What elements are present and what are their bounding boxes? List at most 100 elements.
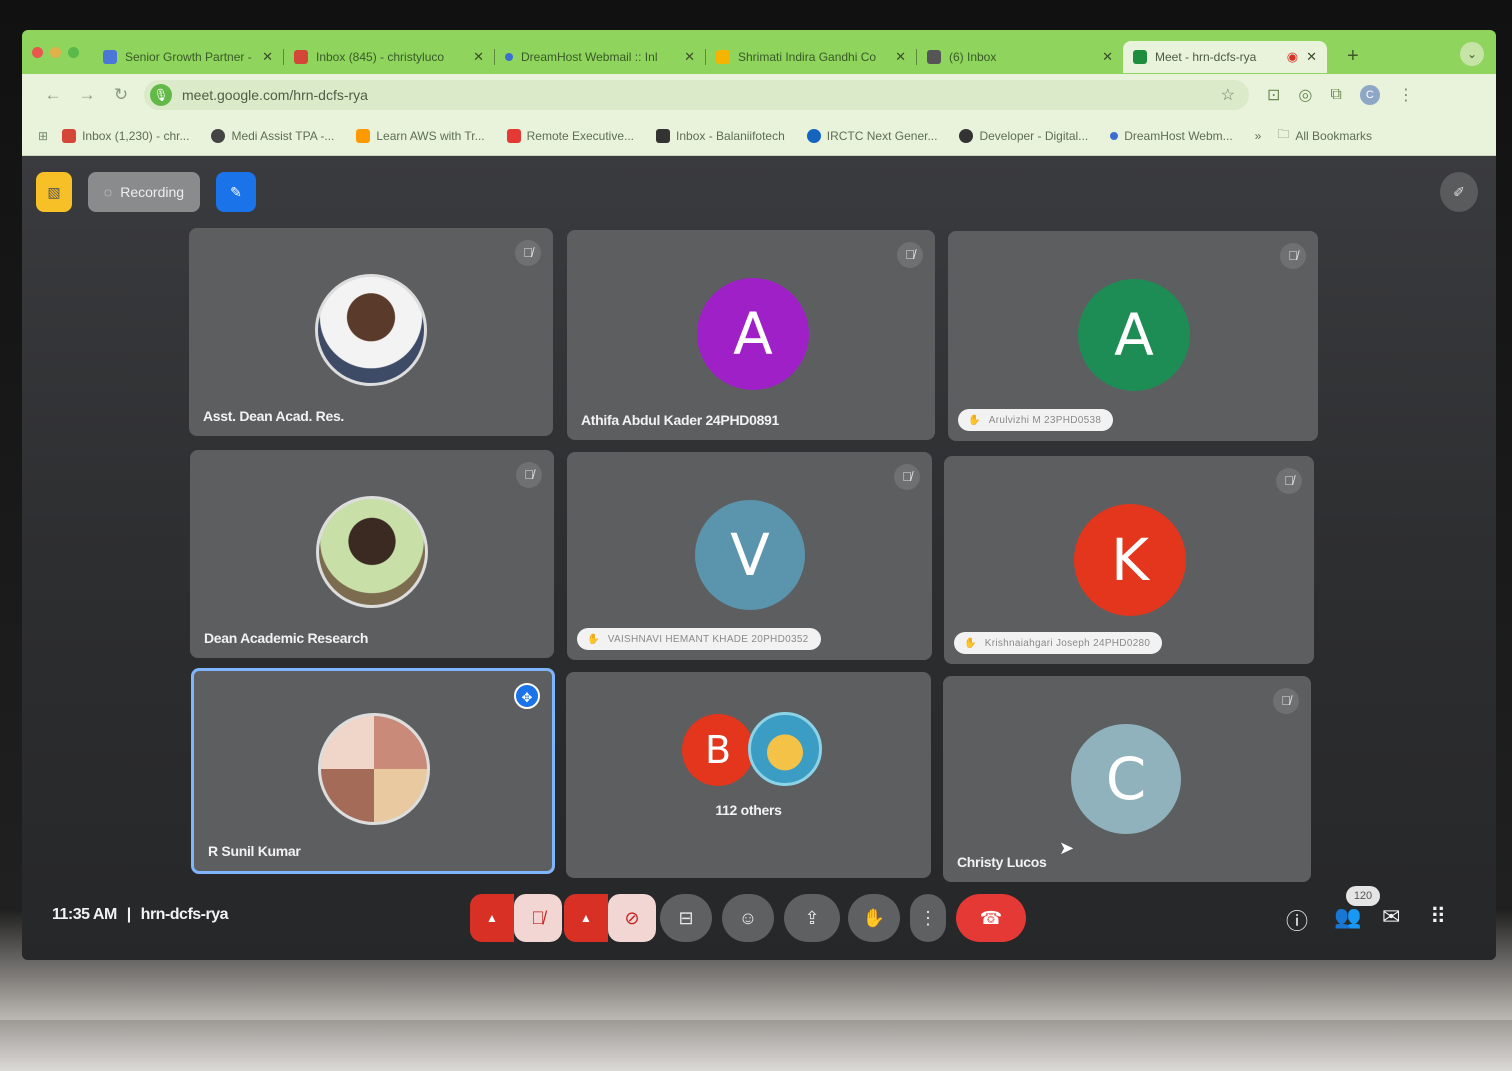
minimize-window-dot[interactable] [50, 46, 61, 58]
google-meet-icon [1133, 50, 1147, 64]
raised-hand-name-pill: ✋ Krishnaiahgari Joseph 24PHD0280 [954, 632, 1163, 654]
close-tab-icon[interactable]: ✕ [262, 49, 273, 65]
bookmark-label: Inbox (1,230) - chr... [82, 128, 190, 143]
edit-layout-button[interactable]: ✐ [1440, 172, 1478, 212]
bookmark[interactable]: Inbox (1,230) - chr... [62, 128, 190, 143]
more-bookmarks-icon[interactable]: » [1255, 129, 1262, 143]
close-tab-icon[interactable]: ✕ [473, 49, 484, 65]
reload-icon[interactable]: ↻ [104, 85, 138, 105]
participant-name: Athifa Abdul Kader 24PHD0891 [581, 412, 780, 428]
activities-grid-icon[interactable]: ⠿ [1430, 904, 1446, 930]
bookmark-label: Inbox - Balaniifotech [676, 128, 785, 143]
present-screen-button[interactable]: ⇪ [784, 894, 840, 942]
forward-icon[interactable]: → [70, 85, 104, 105]
extension-icon[interactable]: ⊡ [1267, 85, 1280, 105]
participant-tile[interactable]: V 🎙̸ ✋ VAISHNAVI HEMANT KHADE 20PHD0352 [567, 452, 932, 660]
gmail-icon [294, 50, 308, 64]
omnibox[interactable]: 🎙 meet.google.com/hrn-dcfs-rya ☆ [144, 80, 1249, 110]
tab-search-icon[interactable]: ⌄ [1460, 42, 1484, 66]
participant-tile[interactable]: C 🎙̸ Christy Lucos ➤ [943, 676, 1311, 882]
captions-button[interactable]: ⊟ [660, 894, 712, 942]
microphone-control: ▲ 🎙̸ [470, 894, 562, 942]
participant-tile[interactable]: A 🎙̸ ✋ Arulvizhi M 23PHD0538 [948, 231, 1318, 441]
presentation-off-button[interactable]: ▧ [36, 172, 72, 212]
recording-button[interactable]: ◌ Recording [88, 172, 200, 212]
notes-button[interactable]: ✎ [216, 172, 256, 212]
raised-hand-name-pill: ✋ Arulvizhi M 23PHD0538 [958, 409, 1114, 431]
maximize-window-dot[interactable] [68, 46, 79, 58]
grammarly-icon[interactable]: ◎ [1298, 85, 1312, 105]
all-bookmarks[interactable]: 🗀 All Bookmarks [1277, 125, 1372, 146]
bookmark[interactable]: IRCTC Next Gener... [806, 128, 937, 143]
tab-label: Senior Growth Partner - [125, 50, 252, 64]
browser-tab-active[interactable]: Meet - hrn-dcfs-rya ◉ ✕ [1123, 41, 1327, 73]
dreamhost-icon [505, 53, 513, 61]
close-window-dot[interactable] [32, 46, 43, 58]
audio-settings-chevron-icon[interactable]: ▲ [470, 894, 514, 942]
close-tab-icon[interactable]: ✕ [1102, 49, 1113, 65]
close-tab-icon[interactable]: ✕ [895, 49, 906, 65]
participant-photo [315, 274, 427, 386]
mouse-cursor-icon: ➤ [1059, 838, 1075, 858]
all-bookmarks-label: All Bookmarks [1295, 128, 1373, 143]
meet-control-bar: 11:35 AM | hrn-dcfs-rya ▲ 🎙̸ ▲ ⊘ ⊟ ☺ ⇪ ✋… [22, 886, 1496, 950]
back-icon[interactable]: ← [36, 85, 70, 105]
participant-tile[interactable]: A 🎙̸ Athifa Abdul Kader 24PHD0891 [567, 230, 935, 440]
muted-mic-icon: 🎙̸ [1273, 688, 1299, 714]
browser-tab[interactable]: Senior Growth Partner - ✕ [93, 41, 283, 73]
bookmark[interactable]: Remote Executive... [506, 128, 634, 143]
new-tab-icon[interactable]: + [1347, 45, 1359, 68]
url-text[interactable]: meet.google.com/hrn-dcfs-rya [182, 87, 1221, 103]
more-options-button[interactable]: ⋮ [910, 894, 946, 942]
browser-tab[interactable]: Inbox (845) - christyluco ✕ [284, 41, 494, 73]
others-tile[interactable]: B 112 others [566, 672, 931, 878]
participant-avatar: A [697, 278, 809, 390]
camera-off-button[interactable]: ⊘ [608, 894, 656, 942]
tab-favicon-icon [103, 50, 117, 64]
apps-grid-icon[interactable]: ⊞ [38, 129, 48, 143]
clock-time: 11:35 AM [52, 906, 117, 923]
people-icon[interactable]: 👥 [1334, 904, 1361, 930]
close-tab-icon[interactable]: ✕ [1306, 49, 1317, 65]
bookmark[interactable]: Medi Assist TPA -... [211, 128, 334, 143]
participant-tile[interactable]: 🎙̸ Dean Academic Research [190, 450, 554, 658]
bookmark[interactable]: DreamHost Webm... [1110, 128, 1233, 143]
bookmark-label: Developer - Digital... [979, 128, 1089, 143]
site-favicon-icon [716, 50, 730, 64]
bookmark-label: DreamHost Webm... [1124, 128, 1233, 143]
extensions-puzzle-icon[interactable]: ⧉ [1330, 86, 1341, 104]
raise-hand-button[interactable]: ✋ [848, 894, 900, 942]
muted-mic-icon: 🎙̸ [1276, 468, 1302, 494]
microphone-in-use-icon[interactable]: 🎙 [150, 84, 172, 106]
mic-off-button[interactable]: 🎙̸ [514, 894, 562, 942]
participant-tile[interactable]: 🎙̸ Asst. Dean Acad. Res. [189, 228, 553, 436]
camera-control: ▲ ⊘ [564, 894, 656, 942]
bookmark[interactable]: Learn AWS with Tr... [356, 128, 485, 143]
browser-tab[interactable]: Shrimati Indira Gandhi Co ✕ [706, 41, 916, 73]
participant-name: Arulvizhi M 23PHD0538 [988, 414, 1102, 426]
participant-tile-selected[interactable]: ✥ R Sunil Kumar [191, 668, 555, 874]
info-separator: | [126, 906, 131, 923]
raised-hand-icon: ✋ [968, 414, 981, 426]
video-settings-chevron-icon[interactable]: ▲ [564, 894, 608, 942]
leave-call-button[interactable]: ☎ [956, 894, 1026, 942]
pin-icon[interactable]: ✥ [514, 683, 540, 709]
browser-tab[interactable]: (6) Inbox ✕ [917, 41, 1123, 73]
browser-menu-icon[interactable]: ⋮ [1398, 85, 1414, 105]
participant-name: Krishnaiahgari Joseph 24PHD0280 [984, 637, 1151, 649]
meeting-details-icon[interactable]: ⓘ [1286, 904, 1308, 936]
bookmark[interactable]: Developer - Digital... [959, 128, 1089, 143]
profile-avatar-icon[interactable]: C [1359, 85, 1380, 105]
raised-hand-icon: ✋ [964, 637, 977, 649]
browser-tab[interactable]: DreamHost Webmail :: Inl ✕ [495, 41, 705, 73]
close-tab-icon[interactable]: ✕ [684, 49, 695, 65]
bookmark-star-icon[interactable]: ☆ [1221, 85, 1235, 105]
browser-tab-bar: Senior Growth Partner - ✕ Inbox (845) - … [22, 30, 1496, 74]
muted-mic-icon: 🎙̸ [1280, 243, 1306, 269]
participant-tile[interactable]: K 🎙̸ ✋ Krishnaiahgari Joseph 24PHD0280 [944, 456, 1314, 664]
chat-icon[interactable]: ✉ [1382, 904, 1400, 930]
raised-hand-name-pill: ✋ VAISHNAVI HEMANT KHADE 20PHD0352 [577, 628, 821, 650]
tab-label: DreamHost Webmail :: Inl [521, 50, 658, 64]
bookmark[interactable]: Inbox - Balaniifotech [656, 128, 785, 143]
emoji-reactions-button[interactable]: ☺ [722, 894, 774, 942]
